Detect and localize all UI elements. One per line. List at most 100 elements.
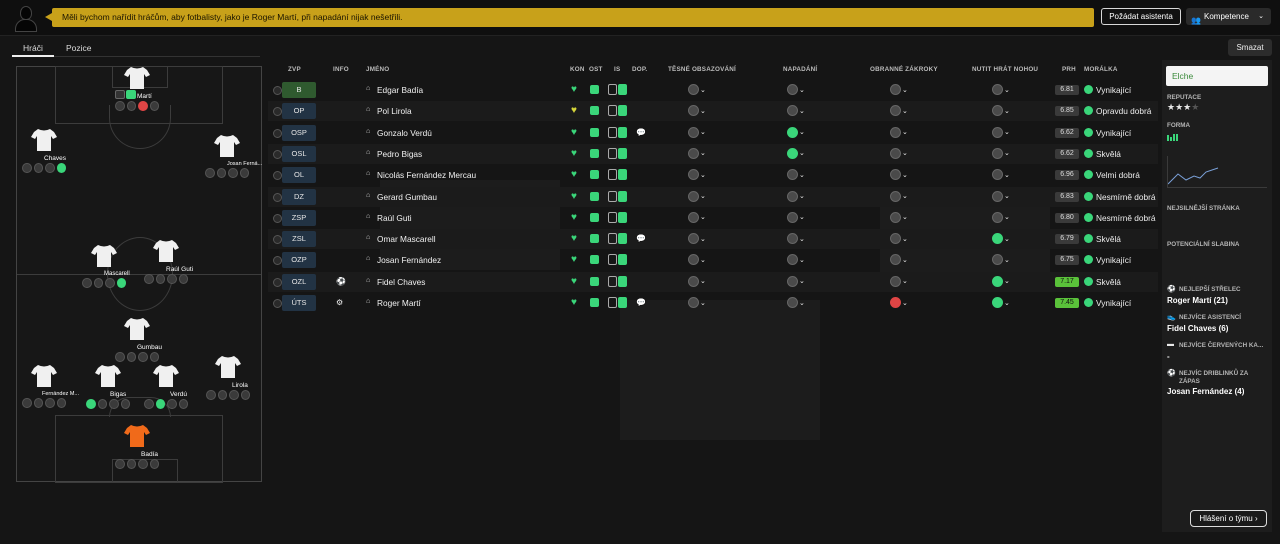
position-badge[interactable]: ÚTS [282,295,316,311]
weak-foot-dropdown[interactable]: ⌄ [992,126,1010,138]
col-header-marking[interactable]: TĚSNÉ OBSAZOVÁNÍ [668,66,736,73]
marking-dropdown[interactable]: ⌄ [688,275,706,287]
pitch-player[interactable]: Josan Ferná... [205,134,262,178]
col-header-dop[interactable]: DOP. [632,66,647,73]
row-select-checkbox[interactable] [273,235,282,245]
row-select-checkbox[interactable] [273,213,282,223]
col-header-prh[interactable]: PRH [1062,66,1076,73]
weak-foot-dropdown[interactable]: ⌄ [992,211,1010,223]
marking-dropdown[interactable]: ⌄ [688,190,706,202]
pressing-dropdown[interactable]: ⌄ [787,147,805,159]
tackling-dropdown[interactable]: ⌄ [890,126,908,138]
marking-dropdown[interactable]: ⌄ [688,84,706,95]
player-name[interactable]: Fidel Chaves [377,277,425,287]
row-select-checkbox[interactable] [273,107,282,117]
weak-foot-dropdown[interactable]: ⌄ [992,169,1010,181]
tackling-dropdown[interactable]: ⌄ [890,233,908,245]
top-scorer-value[interactable]: Roger Martí (21) [1167,296,1228,305]
instruction-toggle[interactable] [608,254,628,266]
tackling-dropdown[interactable]: ⌄ [890,147,908,159]
col-header-ost[interactable]: OST [589,66,603,73]
tackling-dropdown[interactable]: ⌄ [890,211,908,223]
top-assists-value[interactable]: Fidel Chaves (6) [1167,324,1228,333]
player-name[interactable]: Gonzalo Verdú [377,128,432,138]
tackling-dropdown[interactable]: ⌄ [890,254,908,266]
row-select-checkbox[interactable] [273,256,282,266]
pressing-dropdown[interactable]: ⌄ [787,297,805,308]
position-badge[interactable]: ZSP [282,209,316,226]
player-name[interactable]: Roger Martí [377,298,421,308]
marking-dropdown[interactable]: ⌄ [688,169,706,181]
table-row[interactable]: OL ⌂ Nicolás Fernández Mercau ♥ ⌄ ⌄ ⌄ ⌄ 6.96 Velm… [268,165,1158,185]
col-header-weakfoot[interactable]: NUTIT HRÁT NOHOU [972,66,1038,73]
position-badge[interactable]: OSL [282,145,316,162]
row-select-checkbox[interactable] [273,192,282,202]
instruction-toggle[interactable] [608,126,628,138]
tackling-dropdown[interactable]: ⌄ [890,84,908,95]
instruction-toggle[interactable] [608,190,628,202]
player-name[interactable]: Pedro Bigas [377,149,422,159]
pitch-player[interactable]: Fernández M... [22,364,79,408]
position-badge[interactable]: B [282,82,316,98]
row-select-checkbox[interactable] [273,171,282,181]
weak-foot-dropdown[interactable]: ⌄ [992,105,1010,117]
tackling-dropdown[interactable]: ⌄ [890,169,908,181]
ask-assistant-button[interactable]: Požádat asistenta [1101,8,1181,25]
pitch-player[interactable]: Badía [115,424,159,469]
table-row[interactable]: ZSL ⌂ Omar Mascarell ♥ 💬 ⌄ ⌄ ⌄ ⌄ 6.79 Skvělá [268,229,1158,250]
position-badge[interactable]: OL [282,167,316,184]
clear-button[interactable]: Smazat [1228,39,1272,56]
player-name[interactable]: Gerard Gumbau [377,192,437,202]
pitch-player[interactable]: Gumbau [115,317,162,362]
tackling-dropdown[interactable]: ⌄ [890,190,908,202]
position-badge[interactable]: OZP [282,252,316,269]
weak-foot-dropdown[interactable]: ⌄ [992,275,1010,287]
weak-foot-dropdown[interactable]: ⌄ [992,297,1010,308]
pitch-player[interactable]: Verdú [144,364,188,409]
pitch-player[interactable]: Raúl Guti [144,239,193,284]
table-row[interactable]: OSP ⌂ Gonzalo Verdú ♥ 💬 ⌄ ⌄ ⌄ ⌄ 6.62 Vynikající [268,123,1158,143]
row-select-checkbox[interactable] [273,149,282,159]
col-header-info[interactable]: INFO [333,66,349,73]
tackling-dropdown[interactable]: ⌄ [890,297,908,308]
row-select-checkbox[interactable] [273,86,282,95]
table-row[interactable]: ZSP ⌂ Raúl Guti ♥ ⌄ ⌄ ⌄ ⌄ 6.80 Nesmírně dobrá [268,208,1158,228]
instruction-toggle[interactable] [608,297,628,308]
table-row[interactable]: B ⌂ Edgar Badía ♥ ⌄ ⌄ ⌄ ⌄ 6.81 Vynikající [268,80,1158,100]
pressing-dropdown[interactable]: ⌄ [787,275,805,287]
marking-dropdown[interactable]: ⌄ [688,297,706,308]
col-header-is[interactable]: IS [614,66,620,73]
position-badge[interactable]: ZSL [282,231,316,248]
player-name[interactable]: Josan Fernández [377,255,441,265]
col-header-pressing[interactable]: NAPADÁNÍ [783,66,817,73]
marking-dropdown[interactable]: ⌄ [688,233,706,245]
pitch-player[interactable]: Bigas [86,364,130,409]
table-row[interactable]: OP ⌂ Pol Lirola ♥ ⌄ ⌄ ⌄ ⌄ 6.85 Opravdu dobrá [268,101,1158,122]
dribbles-value[interactable]: Josan Fernández (4) [1167,387,1244,396]
table-row[interactable]: OZL ⚽ ⌂ Fidel Chaves ♥ ⌄ ⌄ ⌄ ⌄ 7.17 Skvělá [268,271,1158,292]
tab-players[interactable]: Hráči [23,43,43,53]
pressing-dropdown[interactable]: ⌄ [787,169,805,181]
position-badge[interactable]: DZ [282,188,316,205]
col-header-tackling[interactable]: OBRANNÉ ZÁKROKY [870,66,938,73]
row-select-checkbox[interactable] [273,128,282,138]
instruction-toggle[interactable] [608,147,628,159]
pressing-dropdown[interactable]: ⌄ [787,233,805,245]
instruction-toggle[interactable] [608,84,628,95]
marking-dropdown[interactable]: ⌄ [688,126,706,138]
row-select-checkbox[interactable] [273,277,282,287]
col-header-name[interactable]: JMÉNO [366,66,389,73]
weak-foot-dropdown[interactable]: ⌄ [992,233,1010,245]
tackling-dropdown[interactable]: ⌄ [890,275,908,287]
pitch-player[interactable]: Lirola [206,355,250,400]
weak-foot-dropdown[interactable]: ⌄ [992,190,1010,202]
weak-foot-dropdown[interactable]: ⌄ [992,254,1010,266]
col-header-zvp[interactable]: ZVP [288,66,301,73]
player-name[interactable]: Omar Mascarell [377,234,436,244]
team-report-button[interactable]: Hlášení o týmu › [1190,510,1267,527]
marking-dropdown[interactable]: ⌄ [688,105,706,117]
row-select-checkbox[interactable] [273,299,282,308]
table-row[interactable]: ÚTS ⚙ ⌂ Roger Martí ♥ 💬 ⌄ ⌄ ⌄ ⌄ 7.45 Vynikající [268,293,1158,313]
player-name[interactable]: Pol Lirola [377,106,412,116]
weak-foot-dropdown[interactable]: ⌄ [992,84,1010,95]
